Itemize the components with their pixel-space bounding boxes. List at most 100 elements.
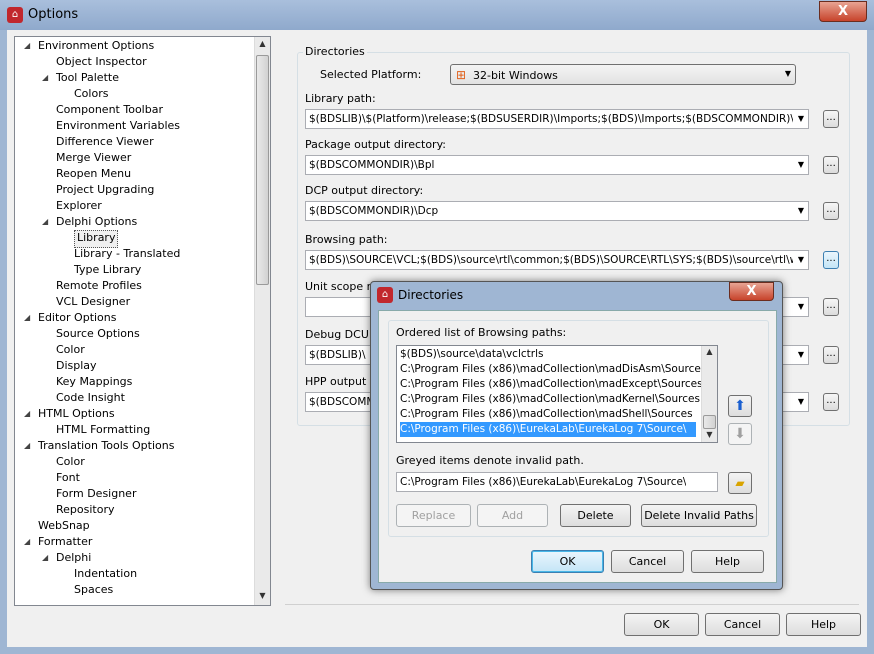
tree-expand-icon[interactable]: ◢ [24, 38, 30, 54]
tree-item[interactable]: Reopen Menu [56, 166, 131, 182]
move-up-button[interactable]: ⬆ [728, 395, 752, 417]
platform-select[interactable]: ⊞ 32-bit Windows ▼ [450, 64, 796, 85]
windows-logo-icon: ⊞ [456, 68, 467, 82]
library-path-browse-button[interactable]: ... [823, 110, 839, 128]
tree-item[interactable]: Source Options [56, 326, 140, 342]
delete-invalid-paths-button[interactable]: Delete Invalid Paths [641, 504, 757, 527]
tree-item[interactable]: Difference Viewer [56, 134, 154, 150]
tree-item[interactable]: WebSnap [38, 518, 90, 534]
list-item[interactable]: C:\Program Files (x86)\EurekaLab\EurekaL… [399, 421, 697, 438]
ok-button[interactable]: OK [624, 613, 699, 636]
dcp-output-combo[interactable]: $(BDSCOMMONDIR)\Dcp ▼ [305, 201, 809, 221]
tree-expand-icon[interactable]: ◢ [42, 550, 48, 566]
chevron-down-icon: ▼ [797, 160, 804, 169]
tree-item[interactable]: Translation Tools Options [38, 438, 174, 454]
scroll-thumb[interactable] [703, 415, 716, 429]
dialog-ok-button[interactable]: OK [531, 550, 604, 573]
tree-expand-icon[interactable]: ◢ [24, 406, 30, 422]
debug-dcu-browse-button[interactable]: ... [823, 346, 839, 364]
platform-label: Selected Platform: [320, 68, 422, 81]
tree-item[interactable]: Font [56, 470, 80, 486]
tree-item[interactable]: Environment Variables [56, 118, 180, 134]
browsing-path-combo[interactable]: $(BDS)\SOURCE\VCL;$(BDS)\source\rtl\comm… [305, 250, 809, 270]
title-bar: ⌂ Options X [0, 0, 874, 30]
tree-expand-icon[interactable]: ◢ [42, 70, 48, 86]
browsing-path-browse-button[interactable]: ... [823, 251, 839, 269]
chevron-down-icon: ▼ [784, 69, 791, 78]
dialog-close-button[interactable]: X [729, 282, 774, 301]
tree-item[interactable]: HTML Formatting [56, 422, 150, 438]
list-item[interactable]: C:\Program Files (x86)\madCollection\mad… [400, 377, 703, 392]
folder-icon: ▰ [735, 476, 745, 490]
tree-item[interactable]: VCL Designer [56, 294, 130, 310]
list-item[interactable]: $(BDS)\source\data\vclctrls [400, 347, 696, 362]
unit-scope-browse-button[interactable]: ... [823, 298, 839, 316]
tree-expand-icon[interactable]: ◢ [24, 534, 30, 550]
tree-item[interactable]: Formatter [38, 534, 92, 550]
close-button[interactable]: X [819, 1, 867, 22]
tree-item[interactable]: Colors [74, 86, 108, 102]
tree-item[interactable]: Object Inspector [56, 54, 147, 70]
tree-item[interactable]: Color [56, 454, 85, 470]
tree-item[interactable]: Editor Options [38, 310, 117, 326]
dcp-output-value: $(BDSCOMMONDIR)\Dcp [309, 205, 439, 217]
tree-expand-icon[interactable]: ◢ [24, 438, 30, 454]
scroll-up-arrow-icon[interactable]: ▲ [702, 347, 717, 356]
tree-item[interactable]: Tool Palette [56, 70, 119, 86]
platform-value: 32-bit Windows [473, 69, 558, 82]
package-output-combo[interactable]: $(BDSCOMMONDIR)\Bpl ▼ [305, 155, 809, 175]
chevron-down-icon: ▼ [797, 302, 804, 311]
browsing-paths-list[interactable]: $(BDS)\source\data\vclctrls C:\Program Fi… [396, 345, 718, 443]
hpp-output-label: HPP output di [305, 375, 380, 388]
path-edit[interactable]: C:\Program Files (x86)\EurekaLab\EurekaL… [396, 472, 718, 492]
library-path-combo[interactable]: $(BDSLIB)\$(Platform)\release;$(BDSUSERD… [305, 109, 809, 129]
tree-item[interactable]: Color [56, 342, 85, 358]
dcp-output-browse-button[interactable]: ... [823, 202, 839, 220]
tree-expand-icon[interactable]: ◢ [42, 214, 48, 230]
tree-item[interactable]: Indentation [74, 566, 137, 582]
dialog-cancel-button[interactable]: Cancel [611, 550, 684, 573]
tree-item[interactable]: Key Mappings [56, 374, 132, 390]
add-button[interactable]: Add [477, 504, 548, 527]
tree-item[interactable]: Spaces [74, 582, 113, 598]
tree-item[interactable]: Type Library [74, 262, 141, 278]
package-output-browse-button[interactable]: ... [823, 156, 839, 174]
dialog-client: Ordered list of Browsing paths: $(BDS)\s… [378, 310, 777, 583]
tree-item[interactable]: Form Designer [56, 486, 136, 502]
tree-item[interactable]: Display [56, 358, 97, 374]
replace-button[interactable]: Replace [396, 504, 471, 527]
cancel-button[interactable]: Cancel [705, 613, 780, 636]
tree-item[interactable]: HTML Options [38, 406, 115, 422]
options-tree[interactable]: ◢ Environment Options Object Inspector ◢ Too… [14, 36, 271, 606]
tree-item[interactable]: Explorer [56, 198, 102, 214]
tree-item[interactable]: Remote Profiles [56, 278, 142, 294]
tree-item[interactable]: Project Upgrading [56, 182, 154, 198]
help-button[interactable]: Help [786, 613, 861, 636]
scroll-thumb[interactable] [256, 55, 269, 285]
list-item[interactable]: C:\Program Files (x86)\madCollection\mad… [400, 392, 700, 407]
directories-group-label: Directories [303, 45, 367, 58]
browsing-path-label: Browsing path: [305, 233, 388, 246]
scroll-down-arrow-icon[interactable]: ▼ [702, 430, 717, 439]
scroll-down-arrow-icon[interactable]: ▼ [255, 591, 270, 600]
list-item[interactable]: C:\Program Files (x86)\madCollection\mad… [400, 407, 696, 422]
chevron-down-icon: ▼ [797, 350, 804, 359]
browse-folder-button[interactable]: ▰ [728, 472, 752, 494]
tree-item[interactable]: Environment Options [38, 38, 154, 54]
tree-item[interactable]: Repository [56, 502, 115, 518]
dialog-help-button[interactable]: Help [691, 550, 764, 573]
tree-expand-icon[interactable]: ◢ [24, 310, 30, 326]
scroll-up-arrow-icon[interactable]: ▲ [255, 39, 270, 48]
tree-scrollbar[interactable]: ▲ ▼ [254, 37, 270, 605]
tree-item[interactable]: Merge Viewer [56, 150, 131, 166]
delete-button[interactable]: Delete [560, 504, 631, 527]
tree-item[interactable]: Delphi [56, 550, 91, 566]
tree-item[interactable]: Delphi Options [56, 214, 137, 230]
move-down-button[interactable]: ⬇ [728, 423, 752, 445]
list-item[interactable]: C:\Program Files (x86)\madCollection\mad… [400, 362, 706, 377]
hpp-output-browse-button[interactable]: ... [823, 393, 839, 411]
list-scrollbar[interactable]: ▲ ▼ [701, 346, 717, 442]
tree-item[interactable]: Component Toolbar [56, 102, 163, 118]
tree-item[interactable]: Library - Translated [74, 246, 180, 262]
tree-item[interactable]: Code Insight [56, 390, 125, 406]
